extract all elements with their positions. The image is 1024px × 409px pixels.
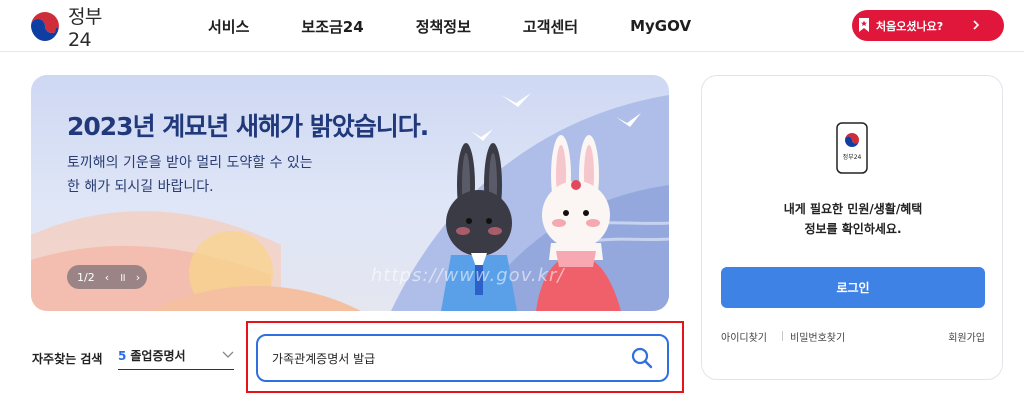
site-header: 정부24 서비스 보조금24 정책정보 고객센터 MyGOV 처음오셨나요?	[0, 0, 1024, 52]
nav-policy-info[interactable]: 정책정보	[416, 16, 471, 37]
banner-subtitle: 토끼해의 기운을 받아 멀리 도약할 수 있는 한 해가 되시길 바랍니다.	[67, 151, 313, 199]
nav-customer-center[interactable]: 고객센터	[523, 16, 578, 37]
banner-pager: 1/2 ‹ ॥ ›	[67, 265, 147, 289]
banner-subtitle-line1: 토끼해의 기운을 받아 멀리 도약할 수 있는	[67, 155, 313, 171]
search-input[interactable]	[272, 336, 612, 380]
signup-link[interactable]: 회원가입	[948, 329, 985, 344]
bookmark-star-icon	[859, 18, 869, 32]
chevron-right-icon	[973, 20, 980, 30]
login-card: 정부24 내게 필요한 민원/생활/혜택 정보를 확인하세요. 로그인 아이디찾…	[701, 75, 1003, 380]
frequent-search-rank: 5	[118, 348, 127, 363]
phone-label: 정부24	[843, 154, 862, 161]
login-message-line1: 내게 필요한 민원/생활/혜택	[783, 202, 923, 216]
search-box	[256, 334, 669, 382]
search-icon[interactable]	[631, 347, 653, 369]
banner-title: 2023년 계묘년 새해가 밝았습니다.	[67, 112, 429, 141]
promo-banner[interactable]: 2023년 계묘년 새해가 밝았습니다. 토끼해의 기운을 받아 멀리 도약할 …	[31, 75, 669, 311]
pager-next-button[interactable]: ›	[136, 271, 140, 284]
first-visit-button[interactable]: 처음오셨나요?	[852, 10, 1004, 41]
chevron-down-icon	[222, 351, 234, 358]
find-password-link[interactable]: 비밀번호찾기	[790, 329, 845, 344]
login-button[interactable]: 로그인	[721, 267, 985, 308]
main-nav: 서비스 보조금24 정책정보 고객센터 MyGOV	[208, 0, 743, 52]
first-visit-label: 처음오셨나요?	[876, 19, 944, 33]
nav-subsidy24[interactable]: 보조금24	[301, 16, 363, 37]
nav-mygov[interactable]: MyGOV	[630, 17, 691, 35]
pager-pause-button[interactable]: ॥	[119, 270, 126, 285]
logo-text: 정부24	[67, 5, 102, 51]
login-message: 내게 필요한 민원/생활/혜택 정보를 확인하세요.	[702, 199, 1004, 239]
banner-subtitle-line2: 한 해가 되시길 바랍니다.	[67, 179, 214, 195]
frequent-search-select[interactable]: 5 졸업증명서	[118, 342, 234, 370]
pager-prev-button[interactable]: ‹	[105, 271, 109, 284]
site-logo[interactable]: 정부24	[30, 6, 125, 51]
find-id-link[interactable]: 아이디찾기	[721, 329, 767, 344]
frequent-search-term: 졸업증명서	[130, 349, 186, 363]
watermark-text: https://www.gov.kr/	[371, 265, 565, 286]
login-message-line2: 정보를 확인하세요.	[804, 222, 902, 236]
pager-count: 1/2	[77, 270, 95, 284]
nav-services[interactable]: 서비스	[208, 16, 249, 37]
link-divider	[782, 331, 783, 341]
mobile-phone-icon: 정부24	[836, 122, 868, 174]
taegeuk-logo-icon	[30, 12, 59, 41]
frequent-search-label: 자주찾는 검색	[32, 352, 103, 366]
